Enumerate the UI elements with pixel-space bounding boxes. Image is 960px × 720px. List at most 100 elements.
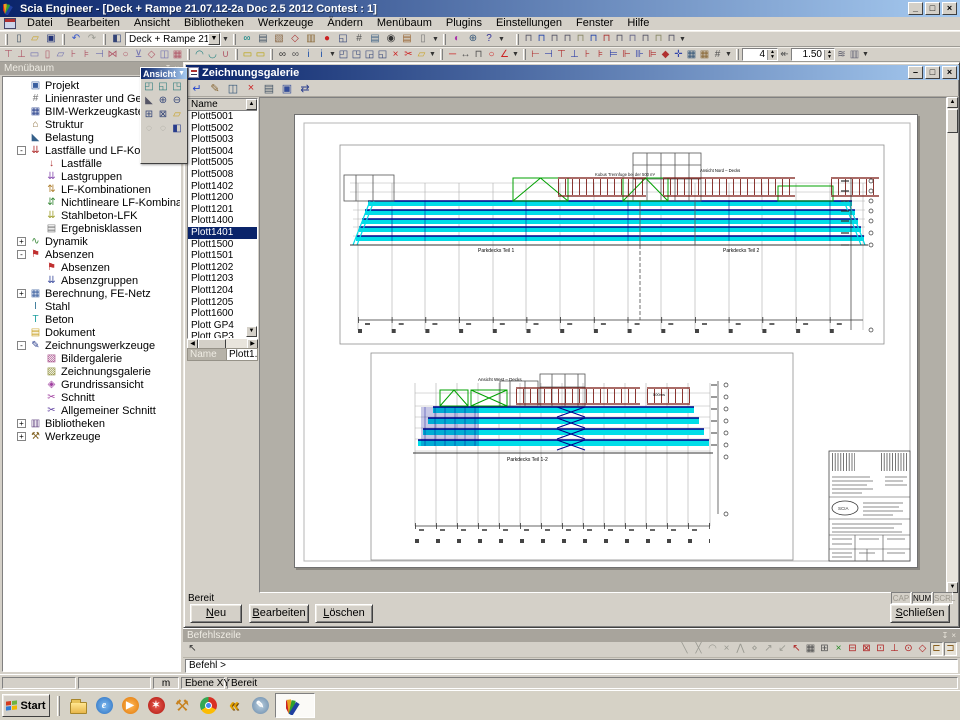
polyline-icon[interactable]: ◠ — [193, 48, 206, 62]
copy-icon[interactable]: ▭ — [254, 48, 267, 62]
frames-overflow-icon[interactable]: ▼ — [678, 32, 687, 46]
grid-snap-icon[interactable]: ▦ — [804, 642, 817, 656]
plot-name-value[interactable]: Plott1... — [227, 348, 258, 361]
plot-item-plott1203[interactable]: Plott1203 — [188, 273, 257, 285]
member-edit-7-icon[interactable]: ⊨ — [607, 48, 620, 62]
taskbar-hand-app-icon[interactable]: ✶ — [145, 695, 167, 717]
snap-arc-icon[interactable]: ◠ — [706, 642, 719, 656]
preview-vscrollbar[interactable]: ▲ ▼ — [947, 97, 958, 593]
scroll-up-icon[interactable]: ▲ — [246, 99, 257, 110]
member-edit-8-icon[interactable]: ⊩ — [620, 48, 633, 62]
tree-item-allgemeiner-schnitt[interactable]: ✂ Allgemeiner Schnitt — [3, 404, 180, 417]
combo-dropdown-icon[interactable]: ▼ — [208, 33, 220, 45]
view-top-icon[interactable]: ◰ — [142, 80, 156, 94]
binoculars-icon[interactable]: ∞ — [276, 48, 289, 62]
raster-snap-icon[interactable]: ⊞ — [818, 642, 831, 656]
plot-item-plott1201[interactable]: Plott1201 — [188, 204, 257, 216]
dialog-minimize-button[interactable]: – — [908, 66, 923, 79]
tree-item-absenzen[interactable]: - ⚑ Absenzen — [3, 248, 180, 261]
snap-plane-icon[interactable]: ⊐ — [944, 642, 957, 656]
toolbar-grip[interactable] — [235, 49, 238, 60]
snap-cross-icon[interactable]: ╳ — [692, 642, 705, 656]
plot-list-header[interactable]: Name ▲ — [188, 99, 257, 111]
toolbar-grip[interactable] — [62, 34, 65, 45]
scroll-down-icon[interactable]: ▼ — [246, 326, 257, 337]
plot-item-plott1204[interactable]: Plott1204 — [188, 285, 257, 297]
snap-mid-icon[interactable]: ⊟ — [846, 642, 859, 656]
member-edit-1-icon[interactable]: ⊢ — [529, 48, 542, 62]
plot-item-plott1205[interactable]: Plott1205 — [188, 297, 257, 309]
insert-to-model-icon[interactable]: ↵ — [188, 81, 206, 96]
edit-overflow-icon[interactable]: ▼ — [724, 48, 733, 62]
tree-expander[interactable]: - — [17, 146, 26, 155]
db-load-icon[interactable]: ▦ — [698, 48, 711, 62]
plot-item-plott5004[interactable]: Plott5004 — [188, 146, 257, 158]
right-overflow-icon[interactable]: ▼ — [861, 48, 870, 62]
dialog-close-button[interactable]: × — [942, 66, 957, 79]
link-icon[interactable]: ∞ — [239, 32, 255, 46]
info2-icon[interactable]: i — [315, 48, 328, 62]
menu-werkzeuge[interactable]: Werkzeuge — [251, 17, 320, 30]
tree-item-zeichnungsgalerie[interactable]: ▨ Zeichnungsgalerie — [3, 365, 180, 378]
menu-datei[interactable]: Datei — [20, 17, 60, 30]
tree-expander[interactable]: - — [17, 341, 26, 350]
snap-delete-icon[interactable]: × — [720, 642, 733, 656]
arc-icon[interactable]: ◡ — [206, 48, 219, 62]
clipboard-icon[interactable]: ▥ — [303, 32, 319, 46]
snap-up-icon[interactable]: ⋀ — [734, 642, 747, 656]
vscroll-thumb[interactable] — [947, 109, 958, 133]
plot-item-plott1600[interactable]: Plott1600 — [188, 308, 257, 320]
open-view-icon[interactable]: ▱ — [170, 108, 184, 122]
frame-view-10-icon[interactable]: ⊓ — [639, 32, 652, 46]
project-combo[interactable]: Deck + Rampe 21.07 ▼ — [125, 32, 221, 46]
zoom-spinner[interactable]: 1.50 ▲▼ — [791, 48, 835, 61]
member-edit-6-icon[interactable]: ⊧ — [594, 48, 607, 62]
zoom-in-icon[interactable]: ⊕ — [156, 94, 170, 108]
snap-ortho-icon[interactable]: ⊏ — [930, 642, 943, 656]
copy-plot-icon[interactable]: ◫ — [224, 81, 242, 96]
plot-item-plott5001[interactable]: Plott5001 — [188, 111, 257, 123]
frame-view-9-icon[interactable]: ⊓ — [626, 32, 639, 46]
print-icon[interactable]: ▤ — [255, 32, 271, 46]
frame-view-5-icon[interactable]: ⊓ — [574, 32, 587, 46]
save-icon[interactable]: ▣ — [43, 32, 59, 46]
edit-button[interactable]: Bearbeiten — [249, 604, 309, 623]
tree-expander[interactable]: + — [17, 419, 26, 428]
tree-expander[interactable]: + — [17, 237, 26, 246]
taskbar-tools-icon[interactable]: ⚒ — [171, 695, 193, 717]
workspace-icon[interactable]: ◧ — [109, 32, 125, 46]
menu-einstellungen[interactable]: Einstellungen — [489, 17, 569, 30]
dims-overflow-icon[interactable]: ▼ — [511, 48, 520, 62]
member-edit-9-icon[interactable]: ⊪ — [633, 48, 646, 62]
plate-icon[interactable]: ▭ — [28, 48, 41, 62]
tree-item-lastgruppen[interactable]: ⇊ Lastgruppen — [3, 170, 180, 183]
prev-view-icon[interactable]: ◌ — [142, 122, 156, 136]
viewport-3-icon[interactable]: ◲ — [363, 48, 376, 62]
delete-button[interactable]: Löschen — [315, 604, 373, 623]
toolbar-grip[interactable] — [5, 34, 8, 45]
frame-view-6-icon[interactable]: ⊓ — [587, 32, 600, 46]
window-icon[interactable]: ◱ — [335, 32, 351, 46]
view-front-icon[interactable]: ◱ — [156, 80, 170, 94]
next-view-icon[interactable]: ◌ — [156, 122, 170, 136]
camera-icon[interactable]: ◉ — [383, 32, 399, 46]
view-params-icon[interactable]: ◧ — [170, 122, 184, 136]
tree-item-lf-kombinationen[interactable]: ⇅ LF-Kombinationen — [3, 183, 180, 196]
delete-plot-icon[interactable]: × — [242, 81, 260, 96]
vscroll-up-icon[interactable]: ▲ — [947, 97, 958, 108]
toolbar-grip[interactable] — [443, 34, 446, 45]
plot-item-plott1400[interactable]: Plott1400 — [188, 215, 257, 227]
view-side-icon[interactable]: ◳ — [170, 80, 184, 94]
print-plot-icon[interactable]: ▤ — [260, 81, 278, 96]
document-icon[interactable]: ▯ — [415, 32, 431, 46]
member-edit-12-icon[interactable]: ✛ — [672, 48, 685, 62]
opening-icon[interactable]: ▱ — [54, 48, 67, 62]
viewport-1-icon[interactable]: ◰ — [337, 48, 350, 62]
frame-view-3-icon[interactable]: ⊓ — [548, 32, 561, 46]
taskbar-chrome-icon[interactable] — [197, 695, 219, 717]
axonometry-icon[interactable]: ◣ — [142, 94, 156, 108]
plot-item-plott1500[interactable]: Plott1500 — [188, 239, 257, 251]
profile-icon[interactable]: ⊧ — [80, 48, 93, 62]
plot-item-plott1200[interactable]: Plott1200 — [188, 192, 257, 204]
tree-item-schnitt[interactable]: ✂ Schnitt — [3, 391, 180, 404]
